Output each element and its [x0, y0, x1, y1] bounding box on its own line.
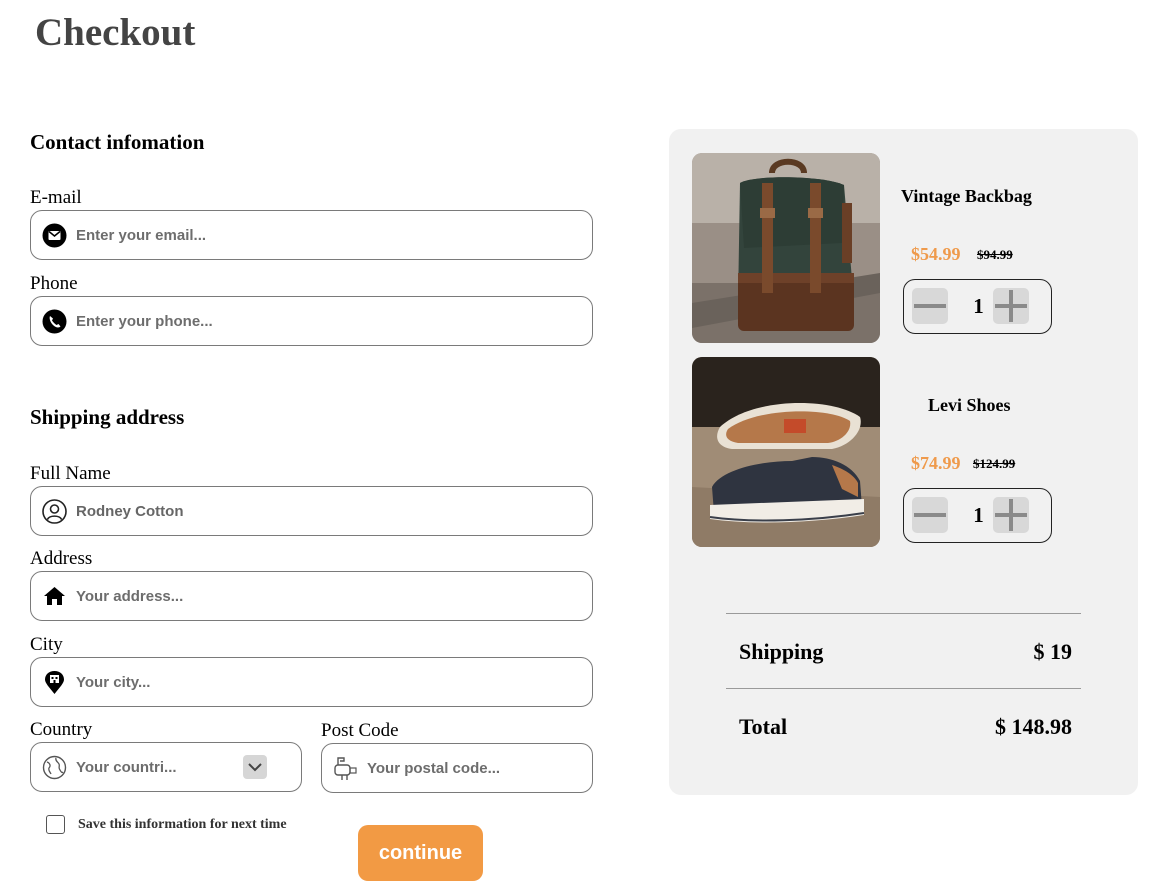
item-name: Levi Shoes [928, 395, 1011, 415]
full-name-input[interactable] [76, 502, 516, 520]
country-label: Country [30, 719, 93, 740]
home-icon [42, 584, 67, 609]
shipping-label: Shipping [739, 639, 824, 664]
divider [726, 688, 1081, 689]
quantity-value: 1 [973, 503, 984, 527]
quantity-stepper: 1 [903, 279, 1052, 334]
address-field[interactable] [30, 571, 593, 621]
city-field[interactable] [30, 657, 593, 707]
user-icon [42, 498, 67, 524]
total-value: $ 148.98 [995, 714, 1072, 739]
total-label: Total [739, 714, 788, 739]
post-code-input[interactable] [367, 759, 567, 777]
mailbox-icon [333, 756, 358, 781]
post-code-field[interactable] [321, 743, 593, 793]
continue-button[interactable]: continue [358, 825, 483, 881]
item-price: $54.99 [911, 244, 961, 264]
item-price: $74.99 [911, 453, 961, 473]
plus-icon[interactable] [993, 497, 1029, 533]
phone-label: Phone [30, 273, 78, 294]
full-name-field[interactable] [30, 486, 593, 536]
address-input[interactable] [76, 587, 516, 605]
email-field[interactable] [30, 210, 593, 260]
city-pin-icon [42, 670, 67, 695]
full-name-label: Full Name [30, 463, 111, 484]
phone-field[interactable] [30, 296, 593, 346]
divider [726, 613, 1081, 614]
city-input[interactable] [76, 673, 516, 691]
save-info-row[interactable]: Save this information for next time [33, 815, 287, 834]
quantity-stepper: 1 [903, 488, 1052, 543]
country-input[interactable] [76, 758, 226, 776]
page-title: Checkout [35, 11, 196, 54]
phone-icon [42, 309, 67, 334]
item-name: Vintage Backbag [901, 186, 1032, 206]
envelope-icon [42, 223, 67, 248]
plus-icon[interactable] [993, 288, 1029, 324]
post-code-label: Post Code [321, 720, 399, 741]
city-label: City [30, 634, 63, 655]
email-label: E-mail [30, 187, 82, 208]
phone-input[interactable] [76, 312, 516, 330]
email-input[interactable] [76, 226, 516, 244]
backpack-image [692, 153, 880, 343]
shipping-section-title: Shipping address [30, 405, 185, 429]
globe-icon [42, 755, 67, 780]
item-old-price: $94.99 [977, 247, 1013, 262]
quantity-value: 1 [973, 294, 984, 318]
country-select[interactable] [30, 742, 302, 792]
save-info-checkbox[interactable] [46, 815, 65, 834]
shipping-value: $ 19 [1033, 639, 1073, 664]
item-old-price: $124.99 [973, 456, 1016, 471]
contact-section-title: Contact infomation [30, 130, 205, 154]
save-info-label: Save this information for next time [78, 816, 287, 832]
shoes-image [692, 357, 880, 547]
address-label: Address [30, 548, 93, 569]
chevron-down-icon[interactable] [243, 755, 267, 779]
